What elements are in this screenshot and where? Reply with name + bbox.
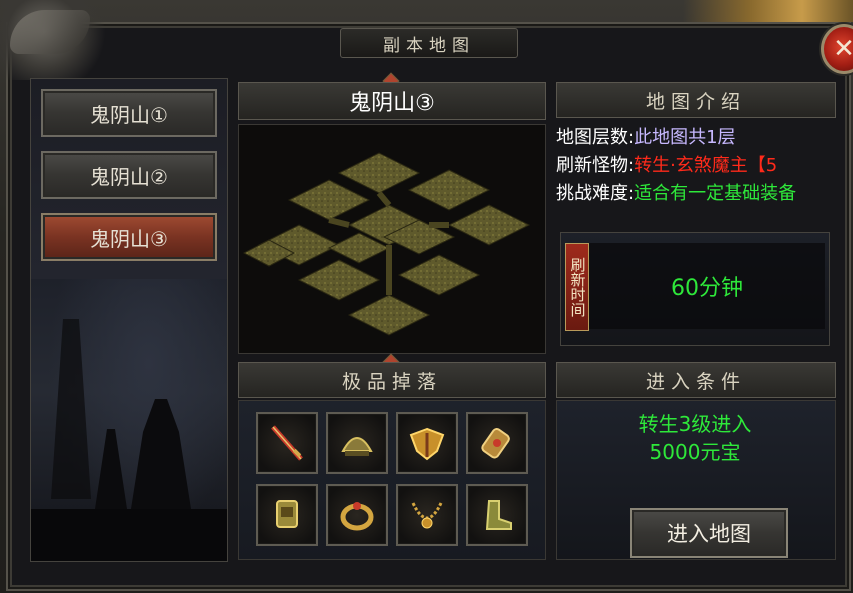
drop-slot-5[interactable] [256, 484, 318, 546]
info-value: 此地图共1层 [634, 127, 736, 148]
info-label: 挑战难度: [556, 183, 635, 204]
refresh-time-panel: 刷新时间 60分钟 [560, 232, 830, 346]
drop-slot-8[interactable] [466, 484, 528, 546]
wings-armor-icon [409, 427, 445, 461]
map-intro-panel: 地图层数:此地图共1层 刷新怪物:转生·玄煞魔主【5 挑战难度:适合有一定基础装… [556, 124, 853, 216]
info-value: 适合有一定基础装备 [634, 183, 797, 204]
ring-icon [340, 502, 374, 531]
boots-icon [485, 500, 512, 530]
info-value: 转生·玄煞魔主【5 [634, 155, 778, 176]
difficulty-row: 挑战难度:适合有一定基础装备 [556, 180, 853, 208]
info-label: 地图层数: [556, 127, 635, 148]
drop-slot-6[interactable] [326, 484, 388, 546]
map-layers-row: 地图层数:此地图共1层 [556, 124, 853, 152]
map-preview [238, 124, 546, 354]
drop-slot-1[interactable] [256, 412, 318, 474]
helmet-icon [341, 437, 373, 456]
window-title: 副本地图 [340, 28, 518, 58]
refresh-tag: 刷新时间 [565, 243, 589, 331]
map-button-3[interactable]: 鬼阴山③ [41, 213, 217, 261]
dragon-ornament-icon [0, 0, 110, 80]
condition-line: 5000元宝 [649, 440, 741, 464]
drop-slot-7[interactable] [396, 484, 458, 546]
decorative-border [683, 0, 853, 22]
sword-icon [271, 425, 303, 461]
drop-slot-2[interactable] [326, 412, 388, 474]
enter-map-button[interactable]: 进入地图 [630, 508, 788, 558]
map-button-1[interactable]: 鬼阴山① [41, 89, 217, 137]
info-label: 刷新怪物: [556, 155, 635, 176]
background-art [31, 279, 227, 561]
map-button-2[interactable]: 鬼阴山② [41, 151, 217, 199]
dungeon-map-icon [242, 152, 531, 336]
map-list-panel: 鬼阴山① 鬼阴山② 鬼阴山③ [30, 78, 228, 562]
refresh-time-value: 60分钟 [589, 243, 825, 329]
belt-icon [276, 500, 298, 528]
condition-line: 转生3级进入 [638, 412, 752, 436]
necklace-icon [411, 502, 443, 529]
conditions-header: 进入条件 [556, 362, 836, 398]
window-frame: 副本地图 ✕ 鬼阴山① 鬼阴山② 鬼阴山③ 鬼阴山③ 极品掉落 地图介绍 地图层… [0, 0, 853, 593]
drops-header: 极品掉落 [238, 362, 546, 398]
map-intro-header: 地图介绍 [556, 82, 836, 118]
refresh-monster-row: 刷新怪物:转生·玄煞魔主【5 [556, 152, 853, 180]
drop-slot-4[interactable] [466, 412, 528, 474]
bracer-icon [481, 428, 510, 459]
map-name-header: 鬼阴山③ [238, 82, 546, 120]
drop-slot-3[interactable] [396, 412, 458, 474]
